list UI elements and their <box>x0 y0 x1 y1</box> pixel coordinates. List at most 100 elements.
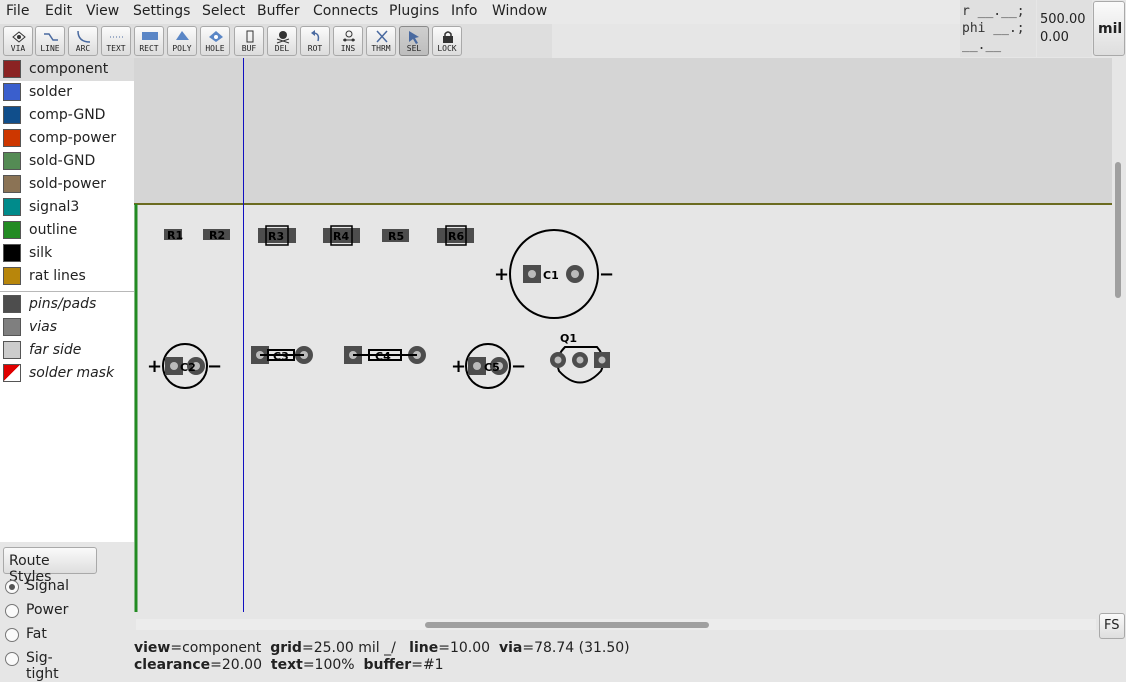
unit-toggle-button[interactable]: mil <box>1093 1 1125 56</box>
arc-icon <box>77 30 91 43</box>
polarity-plus: + <box>147 356 162 377</box>
status-row-1: view=component grid=25.00 mil _/ line=10… <box>134 640 630 656</box>
layer-color-swatch <box>3 152 21 170</box>
layer-color-swatch <box>3 106 21 124</box>
svg-text:C3: C3 <box>273 350 289 363</box>
board-drawing[interactable]: R1 R2 R3 R4 R5 R6 C1 + − C2 + − C3 C4 C5… <box>134 58 1112 612</box>
via-icon <box>12 31 26 43</box>
status-bar: view=component grid=25.00 mil _/ line=10… <box>134 640 1124 674</box>
rect-tool-button[interactable]: RECT <box>134 26 164 56</box>
via-tool-button[interactable]: VIA <box>3 26 33 56</box>
fullscreen-button[interactable]: FS <box>1099 613 1125 639</box>
component-r6[interactable]: R6 <box>437 225 474 246</box>
menu-view[interactable]: View <box>86 3 119 19</box>
poly-tool-button[interactable]: POLY <box>167 26 197 56</box>
polarity-plus: + <box>451 356 466 377</box>
select-tool-button[interactable]: SEL <box>399 26 429 56</box>
route-styles-panel: Route Styles Signal Power Fat Sig-tight <box>0 543 134 682</box>
route-styles-button[interactable]: Route Styles <box>3 547 97 585</box>
delete-icon <box>276 31 290 44</box>
menu-plugins[interactable]: Plugins <box>389 3 439 19</box>
svg-text:C4: C4 <box>375 350 391 363</box>
component-r5[interactable]: R5 <box>382 229 409 243</box>
layer-color-swatch <box>3 83 21 101</box>
menu-buffer[interactable]: Buffer <box>257 3 300 19</box>
lock-tool-button[interactable]: LOCK <box>432 26 462 56</box>
layer-color-swatch <box>3 244 21 262</box>
hole-tool-button[interactable]: HOLE <box>200 26 230 56</box>
layer-signal3[interactable]: signal3 <box>0 196 134 219</box>
layer-sold-gnd[interactable]: sold-GND <box>0 150 134 173</box>
menu-select[interactable]: Select <box>202 3 245 19</box>
menu-info[interactable]: Info <box>451 3 478 19</box>
svg-text:R4: R4 <box>333 230 349 243</box>
layer-color-swatch <box>3 267 21 285</box>
insert-tool-button[interactable]: INS <box>333 26 363 56</box>
layer-outline[interactable]: outline <box>0 219 134 242</box>
menu-window[interactable]: Window <box>492 3 547 19</box>
layer-color-swatch <box>3 129 21 147</box>
delete-tool-button[interactable]: DEL <box>267 26 297 56</box>
text-tool-button[interactable]: TEXT <box>101 26 131 56</box>
radio-selected <box>5 580 19 594</box>
arc-tool-button[interactable]: ARC <box>68 26 98 56</box>
vertical-scrollbar[interactable] <box>1112 58 1126 612</box>
line-icon <box>44 33 58 41</box>
component-r4[interactable]: R4 <box>323 225 360 246</box>
layer-comp-power[interactable]: comp-power <box>0 127 134 150</box>
radio-unselected <box>5 628 19 642</box>
layer-far-side[interactable]: far side <box>0 339 134 362</box>
text-icon <box>110 36 124 38</box>
polarity-minus: − <box>599 264 614 285</box>
layer-comp-gnd[interactable]: comp-GND <box>0 104 134 127</box>
thermal-icon <box>376 30 388 43</box>
hole-icon <box>209 31 223 42</box>
svg-text:C2: C2 <box>180 361 196 374</box>
layer-sold-power[interactable]: sold-power <box>0 173 134 196</box>
layer-silk[interactable]: silk <box>0 242 134 265</box>
layer-component[interactable]: component <box>0 58 134 81</box>
layer-color-swatch <box>3 341 21 359</box>
menu-connects[interactable]: Connects <box>313 3 378 19</box>
insert-icon <box>343 30 355 42</box>
rotate-tool-button[interactable]: ROT <box>300 26 330 56</box>
menu-file[interactable]: File <box>6 3 29 19</box>
horizontal-scroll-thumb[interactable] <box>425 622 709 628</box>
layer-color-swatch <box>3 175 21 193</box>
layer-solder[interactable]: solder <box>0 81 134 104</box>
coord-angle: phi __.; <box>962 21 1025 36</box>
pcb-canvas[interactable]: R1 R2 R3 R4 R5 R6 C1 + − C2 + − C3 C4 C5… <box>134 58 1112 612</box>
svg-text:R2: R2 <box>209 229 225 242</box>
rotate-icon <box>311 30 320 42</box>
svg-text:Q1: Q1 <box>560 332 577 345</box>
svg-text:R6: R6 <box>448 230 464 243</box>
vertical-scroll-thumb[interactable] <box>1115 162 1121 298</box>
horizontal-scrollbar[interactable] <box>134 612 1098 639</box>
cursor-position: 500.00 0.00 <box>1037 0 1092 57</box>
polar-coordinates: r __.__; phi __.; __.__ __.__ <box>960 0 1036 68</box>
layer-list: component solder comp-GND comp-power sol… <box>0 58 134 542</box>
lock-icon <box>443 31 453 43</box>
line-tool-button[interactable]: LINE <box>35 26 65 56</box>
svg-text:C1: C1 <box>543 269 559 282</box>
thermal-tool-button[interactable]: THRM <box>366 26 396 56</box>
layer-separator <box>0 291 134 292</box>
polarity-minus: − <box>207 356 222 377</box>
layer-vias[interactable]: vias <box>0 316 134 339</box>
layer-solder-mask[interactable]: solder mask <box>0 362 134 385</box>
layer-color-swatch <box>3 318 21 336</box>
buffer-icon <box>246 30 254 43</box>
layer-pins-pads[interactable]: pins/pads <box>0 293 134 316</box>
menu-edit[interactable]: Edit <box>45 3 72 19</box>
component-r3[interactable]: R3 <box>258 225 296 246</box>
buffer-tool-button[interactable]: BUF <box>234 26 264 56</box>
menu-bar: File Edit View Settings Select Buffer Co… <box>0 0 960 24</box>
layer-color-swatch <box>3 295 21 313</box>
tool-palette: VIA LINE ARC TEXT RECT POLY HOLE BUF DEL… <box>0 24 552 58</box>
svg-text:R3: R3 <box>268 230 284 243</box>
menu-settings[interactable]: Settings <box>133 3 190 19</box>
status-row-2: clearance=20.00 text=100% buffer=#1 <box>134 657 444 673</box>
component-r1[interactable]: R1 <box>164 229 183 242</box>
radio-unselected <box>5 652 19 666</box>
layer-rat-lines[interactable]: rat lines <box>0 265 134 288</box>
